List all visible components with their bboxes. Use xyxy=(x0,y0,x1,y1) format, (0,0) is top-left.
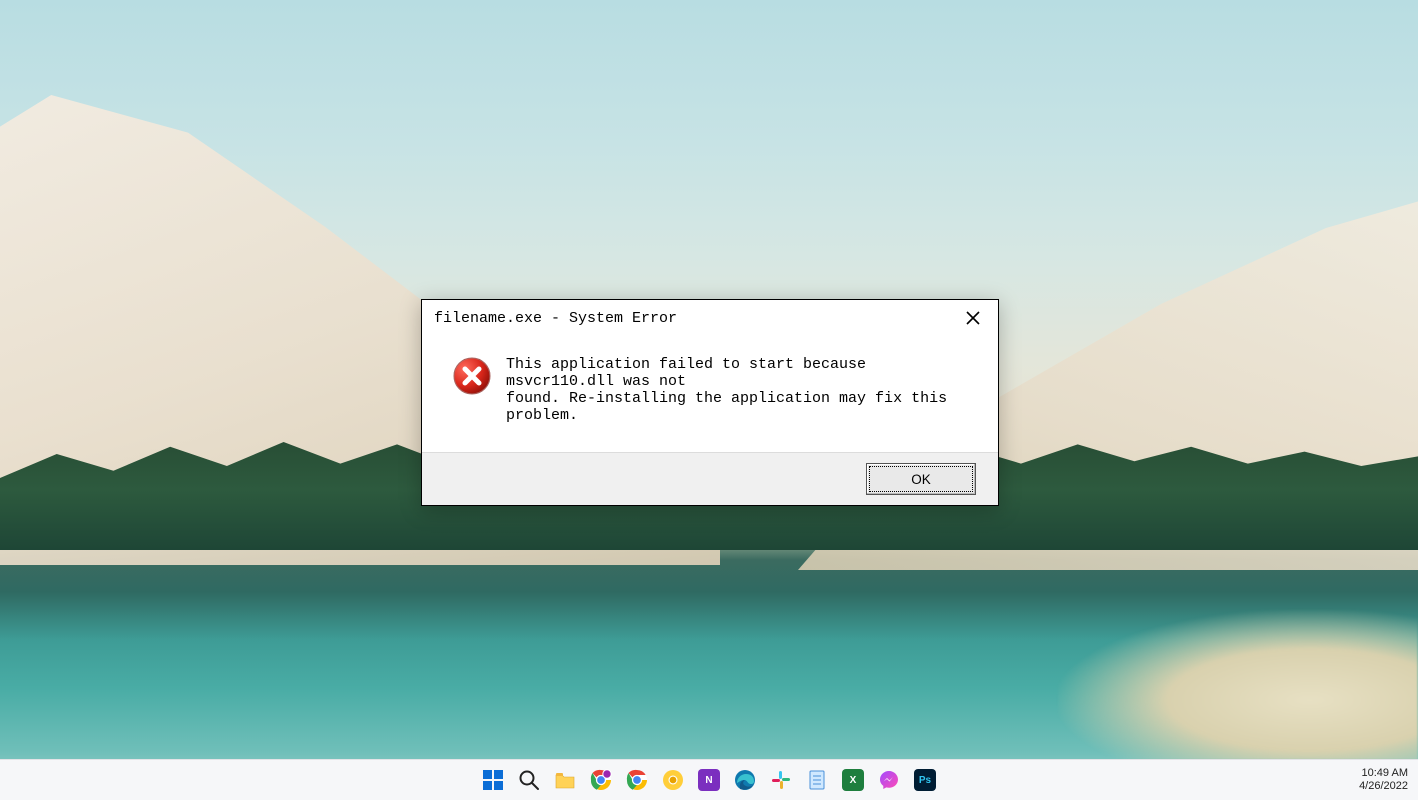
chrome-icon xyxy=(590,769,612,791)
taskbar-excel[interactable]: X xyxy=(841,768,865,792)
tray-time: 10:49 AM xyxy=(1362,767,1408,780)
system-tray[interactable]: 10:49 AM 4/26/2022 xyxy=(1359,760,1408,800)
dialog-message: This application failed to start because… xyxy=(506,356,972,424)
taskbar-search-button[interactable] xyxy=(517,768,541,792)
ok-button[interactable]: OK xyxy=(866,463,976,495)
dialog-footer: OK xyxy=(422,453,998,505)
taskbar-chrome-canary[interactable] xyxy=(661,768,685,792)
taskbar-photoshop[interactable]: Ps xyxy=(913,768,937,792)
excel-icon: X xyxy=(842,769,864,791)
system-error-dialog: filename.exe - System Error This applica… xyxy=(421,299,999,506)
windows-start-icon xyxy=(482,769,504,791)
taskbar-center: N X xyxy=(481,768,937,792)
photoshop-icon: Ps xyxy=(914,769,936,791)
search-icon xyxy=(518,769,540,791)
dialog-titlebar[interactable]: filename.exe - System Error xyxy=(422,300,998,336)
close-icon xyxy=(966,311,980,325)
tray-date: 4/26/2022 xyxy=(1359,780,1408,793)
taskbar-edge[interactable] xyxy=(733,768,757,792)
chrome-canary-icon xyxy=(662,769,684,791)
dialog-title: filename.exe - System Error xyxy=(434,310,677,327)
taskbar-messenger[interactable] xyxy=(877,768,901,792)
notepad-icon xyxy=(806,769,828,791)
taskbar-file-explorer[interactable] xyxy=(553,768,577,792)
ok-button-label: OK xyxy=(911,472,931,487)
folder-icon xyxy=(554,769,576,791)
error-icon xyxy=(452,356,492,401)
taskbar-slack[interactable] xyxy=(769,768,793,792)
taskbar: N X xyxy=(0,759,1418,800)
onenote-icon: N xyxy=(698,769,720,791)
chrome-icon xyxy=(626,769,648,791)
taskbar-chrome-profile[interactable] xyxy=(589,768,613,792)
wallpaper-shore xyxy=(1058,610,1418,760)
slack-icon xyxy=(770,769,792,791)
edge-icon xyxy=(734,769,756,791)
taskbar-onenote[interactable]: N xyxy=(697,768,721,792)
taskbar-chrome[interactable] xyxy=(625,768,649,792)
taskbar-notepad[interactable] xyxy=(805,768,829,792)
taskbar-start-button[interactable] xyxy=(481,768,505,792)
close-button[interactable] xyxy=(958,303,988,333)
messenger-icon xyxy=(878,769,900,791)
